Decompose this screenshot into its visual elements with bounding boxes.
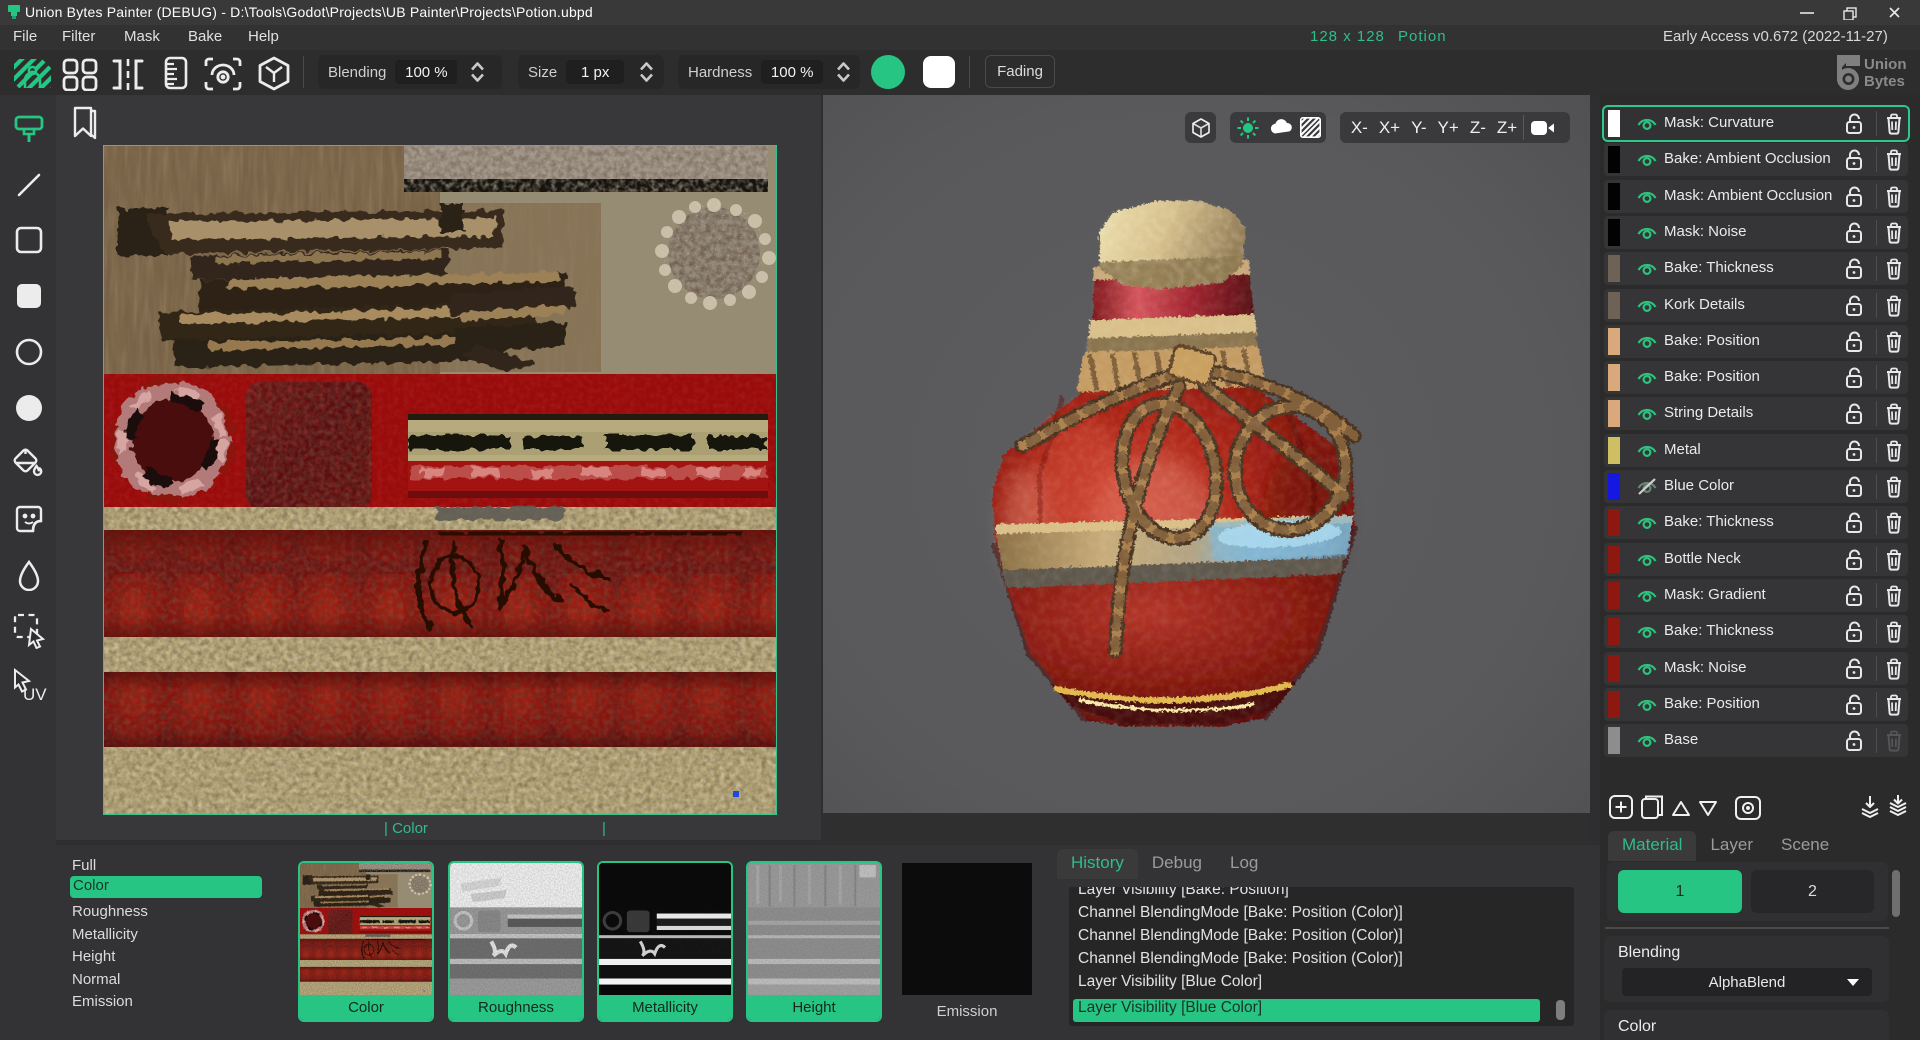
svg-text:UV: UV xyxy=(23,685,47,704)
svg-text:Union: Union xyxy=(1864,56,1907,73)
svg-text:Bytes: Bytes xyxy=(1864,73,1905,90)
